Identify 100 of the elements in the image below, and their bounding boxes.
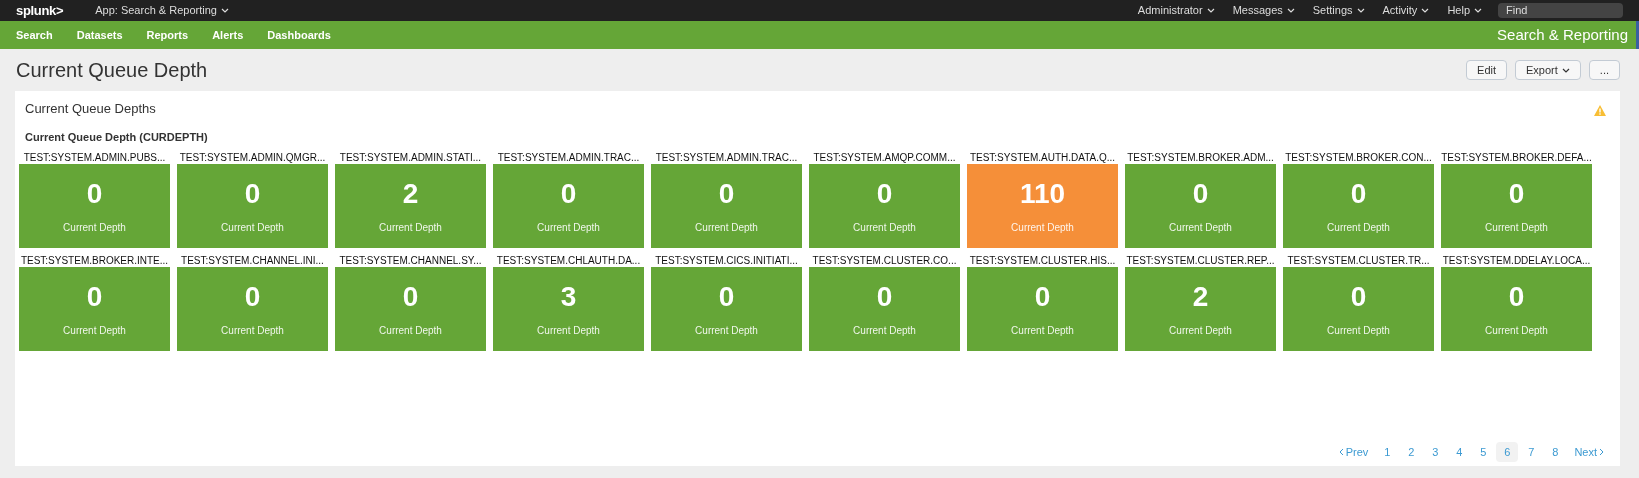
nav-link[interactable]: Datasets — [76, 26, 123, 44]
depth-value: 0 — [86, 177, 103, 210]
page-link[interactable]: 3 — [1424, 442, 1447, 462]
queue-name: TEST:SYSTEM.BROKER.CON... — [1284, 151, 1433, 164]
next-link[interactable]: Next — [1568, 443, 1610, 461]
top-menu[interactable]: Activity — [1382, 2, 1430, 19]
depth-value: 0 — [876, 280, 893, 313]
depth-value: 0 — [718, 177, 735, 210]
depth-value: 0 — [1350, 177, 1367, 210]
depth-value: 2 — [1192, 280, 1209, 313]
queue-name: TEST:SYSTEM.ADMIN.TRAC... — [496, 151, 641, 164]
depth-caption: Current Depth — [379, 323, 442, 338]
page-link[interactable]: 8 — [1544, 442, 1567, 462]
single-value-tile[interactable]: 0 Current Depth — [809, 267, 960, 351]
queue-name: TEST:SYSTEM.ADMIN.TRAC... — [654, 151, 799, 164]
depth-value: 0 — [1508, 280, 1525, 313]
queue-name: TEST:SYSTEM.CLUSTER.CO... — [811, 254, 958, 267]
search-field[interactable]: Find — [1498, 3, 1623, 18]
single-value-tile[interactable]: 0 Current Depth — [335, 267, 486, 351]
top-menu[interactable]: Administrator — [1137, 2, 1215, 19]
page-link[interactable]: 6 — [1496, 442, 1519, 462]
caret-icon — [1421, 8, 1430, 13]
queue-name: TEST:SYSTEM.CHANNEL.INI... — [180, 254, 325, 267]
depth-value: 110 — [1019, 177, 1066, 210]
toolbar-button[interactable]: Edit — [1466, 60, 1508, 80]
top-menu[interactable]: Messages — [1232, 2, 1295, 19]
app-title: Search & Reporting — [1497, 24, 1628, 45]
queue-name: TEST:SYSTEM.AMQP.COMM... — [812, 151, 957, 164]
chart-title: Current Queue Depth (CURDEPTH) — [24, 129, 209, 145]
single-value-tile[interactable]: 0 Current Depth — [493, 164, 644, 248]
page-link[interactable]: 7 — [1520, 442, 1543, 462]
nav-link[interactable]: Reports — [146, 26, 189, 44]
queue-name: TEST:SYSTEM.CLUSTER.TR... — [1286, 254, 1431, 267]
single-value-tile[interactable]: 0 Current Depth — [1283, 267, 1434, 351]
depth-caption: Current Depth — [1327, 323, 1390, 338]
single-value-tile[interactable]: 0 Current Depth — [967, 267, 1118, 351]
depth-value: 0 — [718, 280, 735, 313]
page-link[interactable]: 1 — [1376, 442, 1399, 462]
page-link[interactable]: 4 — [1448, 442, 1471, 462]
queue-name: TEST:SYSTEM.CLUSTER.HIS... — [968, 254, 1117, 267]
single-value-tile[interactable]: 0 Current Depth — [1283, 164, 1434, 248]
single-value-tile[interactable]: 0 Current Depth — [1441, 267, 1592, 351]
dashboard-title: Current Queue Depth — [16, 58, 208, 83]
caret-icon — [1474, 8, 1482, 13]
depth-caption: Current Depth — [1485, 323, 1548, 338]
toolbar-button[interactable]: ... — [1588, 60, 1620, 80]
single-value-tile[interactable]: 0 Current Depth — [809, 164, 960, 248]
depth-caption: Current Depth — [537, 220, 600, 235]
depth-value: 0 — [1350, 280, 1367, 313]
single-value-tile[interactable]: 0 Current Depth — [651, 164, 802, 248]
depth-value: 3 — [560, 280, 577, 313]
depth-caption: Current Depth — [1485, 220, 1548, 235]
warning-icon[interactable] — [1594, 105, 1606, 117]
single-value-tile[interactable]: 0 Current Depth — [19, 164, 170, 248]
single-value-tile[interactable]: 0 Current Depth — [177, 164, 328, 248]
nav-link[interactable]: Dashboards — [267, 26, 331, 44]
single-value-tile[interactable]: 2 Current Depth — [1125, 267, 1276, 351]
top-menu[interactable]: Settings — [1312, 2, 1365, 19]
single-value-tile[interactable]: 0 Current Depth — [651, 267, 802, 351]
depth-value: 0 — [244, 280, 261, 313]
splunk-logo[interactable]: splunk> — [16, 0, 64, 21]
caret-icon — [1206, 8, 1215, 13]
depth-caption: Current Depth — [1169, 220, 1232, 235]
depth-value: 0 — [1192, 177, 1209, 210]
depth-caption: Current Depth — [695, 220, 758, 235]
nav-link[interactable]: Alerts — [212, 26, 244, 44]
single-value-tile[interactable]: 2 Current Depth — [335, 164, 486, 248]
page-link[interactable]: 5 — [1472, 442, 1495, 462]
depth-value: 0 — [1508, 177, 1525, 210]
depth-caption: Current Depth — [221, 323, 284, 338]
single-value-tile[interactable]: 110 Current Depth — [967, 164, 1118, 248]
page-link[interactable]: 2 — [1400, 442, 1423, 462]
depth-caption: Current Depth — [853, 220, 916, 235]
single-value-tile[interactable]: 0 Current Depth — [1125, 164, 1276, 248]
queue-name: TEST:SYSTEM.CLUSTER.REP... — [1125, 254, 1276, 267]
depth-value: 0 — [86, 280, 103, 313]
prev-link[interactable]: Prev — [1332, 443, 1375, 461]
nav-link[interactable]: Search — [16, 26, 53, 44]
depth-caption: Current Depth — [379, 220, 442, 235]
caret-icon — [1561, 67, 1570, 73]
depth-value: 0 — [1034, 280, 1051, 313]
depth-value: 0 — [876, 177, 893, 210]
single-value-tile[interactable]: 0 Current Depth — [19, 267, 170, 351]
depth-caption: Current Depth — [1169, 323, 1232, 338]
single-value-tile[interactable]: 0 Current Depth — [177, 267, 328, 351]
queue-name: TEST:SYSTEM.BROKER.DEFA... — [1441, 151, 1592, 164]
depth-caption: Current Depth — [1327, 220, 1390, 235]
depth-caption: Current Depth — [1011, 323, 1074, 338]
top-menu[interactable]: Help — [1447, 2, 1482, 19]
caret-icon — [1286, 8, 1295, 13]
depth-caption: Current Depth — [63, 323, 126, 338]
queue-name: TEST:SYSTEM.BROKER.ADM... — [1126, 151, 1275, 164]
single-value-tile[interactable]: 3 Current Depth — [493, 267, 644, 351]
depth-caption: Current Depth — [853, 323, 916, 338]
single-value-tile[interactable]: 0 Current Depth — [1441, 164, 1592, 248]
app-menu[interactable]: App: Search & Reporting — [95, 2, 229, 19]
chevron-right-icon — [1599, 448, 1604, 456]
depth-caption: Current Depth — [1011, 220, 1074, 235]
queue-name: TEST:SYSTEM.AUTH.DATA.Q... — [968, 151, 1117, 164]
toolbar-button[interactable]: Export — [1515, 60, 1581, 80]
